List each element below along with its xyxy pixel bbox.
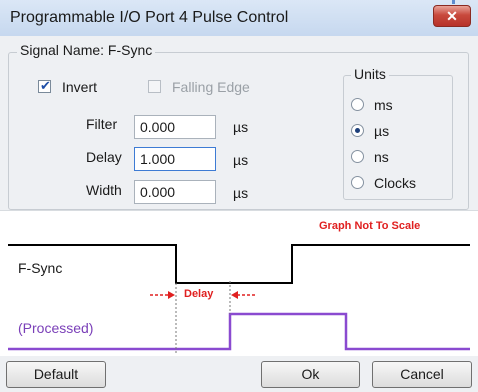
units-ms-label: ms [374,97,393,113]
signal-group-label: Signal Name: F-Sync [17,42,156,58]
falling-edge-checkbox[interactable] [148,80,161,93]
units-us-radio[interactable] [351,124,364,137]
filter-unit: µs [233,119,249,135]
radio-selected-dot [355,128,360,133]
close-icon: ✕ [446,8,458,24]
filter-label: Filter [86,116,118,132]
delay-arrowhead-left [168,291,175,299]
units-clocks-label: Clocks [374,175,417,191]
units-ms-radio[interactable] [351,98,364,111]
cancel-button[interactable]: Cancel [372,361,472,388]
units-group-label: Units [351,66,389,82]
units-us-label: µs [374,123,390,139]
delay-input[interactable]: 1.000 [134,147,216,171]
delay-label-graph: Delay [184,288,214,300]
units-ns-label: ns [374,149,389,165]
width-label: Width [86,182,122,198]
units-clocks-radio[interactable] [351,176,364,189]
fsync-signal-label: F-Sync [18,260,63,276]
units-ns-radio[interactable] [351,150,364,163]
blue-edge-mark [452,0,455,4]
pulse-control-dialog: Programmable I/O Port 4 Pulse Control ✕ … [0,0,478,392]
graph-note: Graph Not To Scale [319,220,421,232]
delay-label: Delay [86,149,122,165]
ok-button[interactable]: Ok [261,361,360,388]
title-bar: Programmable I/O Port 4 Pulse Control ✕ [0,0,478,37]
invert-checkbox[interactable]: ✔ [38,78,51,93]
window-title: Programmable I/O Port 4 Pulse Control [10,9,289,26]
falling-edge-label: Falling Edge [172,79,250,95]
width-input[interactable]: 0.000 [134,180,216,204]
fsync-waveform [8,244,470,284]
invert-label: Invert [62,79,98,95]
delay-arrowhead-right [231,291,238,299]
filter-input[interactable]: 0.000 [134,115,216,139]
processed-signal-label: (Processed) [18,320,94,336]
default-button[interactable]: Default [6,361,106,388]
close-button[interactable]: ✕ [433,5,471,27]
width-unit: µs [233,185,249,201]
checkmark-icon: ✔ [40,78,51,93]
delay-unit: µs [233,152,249,168]
